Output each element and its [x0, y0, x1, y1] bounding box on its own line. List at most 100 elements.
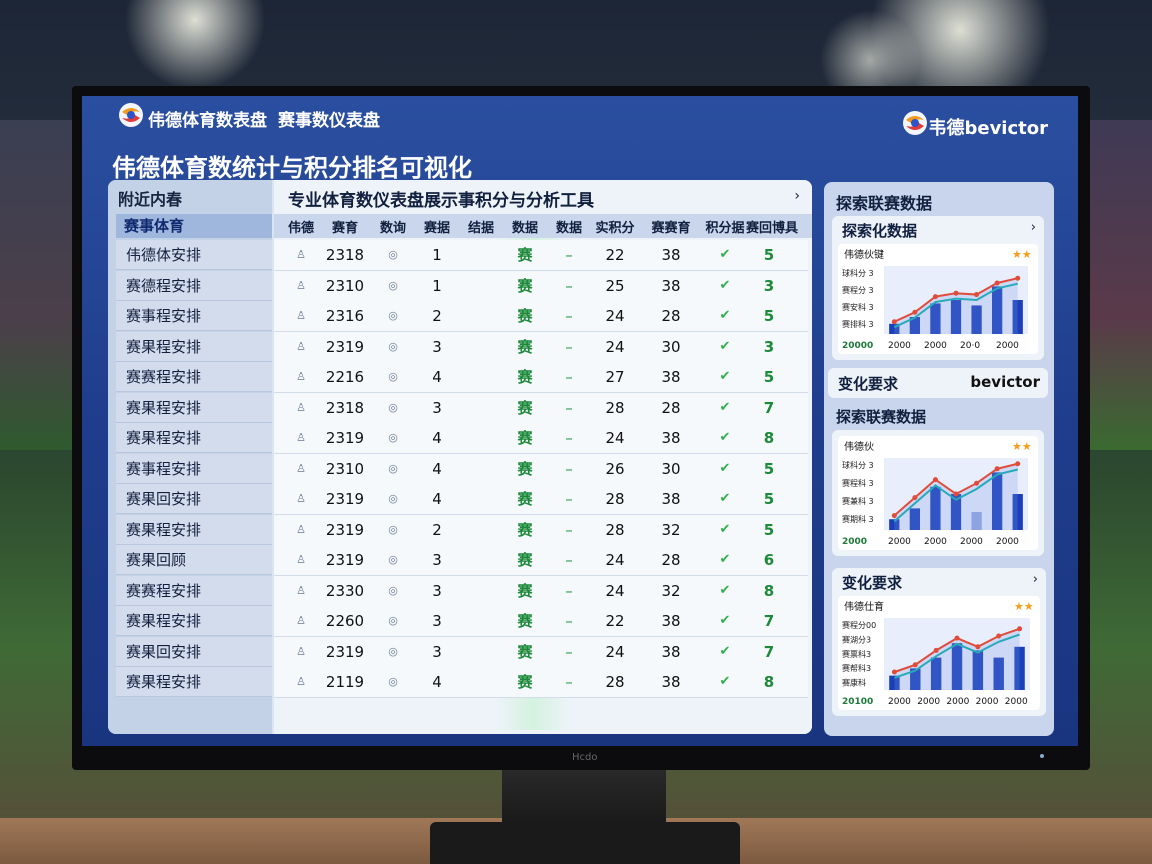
star-icon: ★★ — [1012, 248, 1032, 261]
cell-rank: 8 — [763, 429, 775, 447]
dash-icon: – — [565, 581, 573, 600]
schedule-item[interactable]: 赛事程安排 — [116, 453, 272, 484]
table-row[interactable]: ♙ 2310 ◎ 1 赛 – 25 38 ✔ 3 — [274, 270, 808, 302]
cell-id: 2310 — [325, 459, 365, 478]
x-tick-label: 2000 — [1005, 697, 1028, 707]
dash-icon: – — [565, 307, 573, 325]
chart-card-2-title: 探索联赛数据 — [836, 408, 927, 426]
y-tick-label: 球科分 3 — [842, 268, 874, 278]
info-icon: ◎ — [388, 248, 398, 261]
monitor-stand-base — [430, 822, 740, 864]
app-logo-icon — [119, 103, 143, 127]
schedule-item[interactable]: 赛事程安排 — [116, 301, 272, 331]
user-icon: ♙ — [296, 400, 306, 414]
column-header[interactable]: 实积分 — [592, 217, 638, 236]
cell-score: 1 — [432, 246, 442, 264]
schedule-item[interactable]: 伟德体安排 — [116, 240, 272, 270]
schedule-item[interactable]: 赛果回安排 — [116, 636, 272, 667]
chart-svg: 伟德伙键 ★★ 球科分 3 赛程分 3 赛安科 3 赛排科 3 2000 2000 20·0 20… — [842, 248, 1032, 351]
column-header[interactable]: 赛育 — [322, 217, 368, 236]
cell-games: 38 — [661, 612, 681, 630]
column-header[interactable]: 积分据 — [702, 217, 748, 236]
schedule-item[interactable]: 赛果程安排 — [116, 331, 272, 362]
x-tick-label: 2000 — [924, 341, 947, 351]
cell-games: 30 — [661, 459, 681, 478]
column-header[interactable]: 数询 — [370, 217, 416, 236]
line-point — [996, 633, 1002, 639]
column-header[interactable]: 数据 — [546, 217, 592, 236]
cell-match: 赛 — [517, 246, 533, 264]
column-header[interactable]: 伟德 — [278, 217, 324, 236]
user-icon: ♙ — [296, 431, 306, 444]
schedule-item[interactable]: 赛果程安排 — [116, 606, 272, 636]
app-subtitle[interactable]: 赛事数仪表盘 — [278, 106, 380, 131]
chart-card-1[interactable]: 探索化数据 › 伟德伙键 ★★ 球科分 3 赛程分 3 赛安科 3 赛排科 3 2000 20… — [832, 216, 1044, 360]
column-header[interactable]: 赛赛育 — [648, 217, 694, 236]
table-row[interactable]: ♙ 2330 ◎ 3 赛 – 24 32 ✔ 8 — [274, 575, 808, 607]
cell-score: 4 — [432, 459, 442, 478]
dash-icon: – — [565, 551, 573, 569]
y-tick-label: 赛帮科3 — [842, 663, 871, 673]
table-row[interactable]: ♙ 2119 ◎ 4 赛 – 28 38 ✔ 8 — [274, 667, 808, 698]
cell-match: 赛 — [517, 368, 533, 386]
schedule-item[interactable]: 赛果程安排 — [116, 392, 272, 423]
column-header[interactable]: 赛据 — [414, 217, 460, 236]
table-row[interactable]: ♙ 2319 ◎ 4 赛 – 28 38 ✔ 5 — [274, 484, 808, 515]
line-point — [891, 513, 897, 519]
cell-games: 38 — [661, 429, 681, 447]
user-icon: ♙ — [296, 522, 306, 536]
corner-value: 20100 — [842, 697, 873, 707]
table-row[interactable]: ♙ 2319 ◎ 4 赛 – 24 38 ✔ 8 — [274, 423, 808, 454]
cell-rank: 5 — [763, 307, 775, 325]
schedule-item[interactable]: 赛赛程安排 — [116, 362, 272, 392]
table-row[interactable]: ♙ 2310 ◎ 4 赛 – 26 30 ✔ 5 — [274, 453, 808, 485]
schedule-item[interactable]: 赛果回安排 — [116, 484, 272, 514]
line-point — [891, 669, 897, 675]
cell-rank: 5 — [763, 368, 775, 386]
check-icon: ✔ — [719, 369, 731, 384]
chart-card-3[interactable]: 变化要求 › 伟德仕育 ★★ 赛程分00 赛湖分3 赛票科3 赛帮科3 赛康科 2000 200… — [832, 568, 1046, 716]
table-row[interactable]: ♙ 2319 ◎ 3 赛 – 24 30 ✔ 3 — [274, 331, 808, 363]
column-header[interactable]: 赛回博具 — [746, 217, 798, 236]
schedule-item[interactable]: 赛果程安排 — [116, 667, 272, 697]
schedule-item[interactable]: 赛德程安排 — [116, 270, 272, 301]
chevron-right-icon[interactable]: › — [1031, 220, 1036, 235]
table-row[interactable]: ♙ 2318 ◎ 3 赛 – 28 28 ✔ 7 — [274, 392, 808, 424]
table-title: 专业体育数仪表盘展示事积分与分析工具 — [288, 191, 594, 211]
stats-table: 专业体育数仪表盘展示事积分与分析工具 › 伟德 赛育 数询 赛据 结据 数据 数据 实积分 赛赛… — [274, 180, 812, 734]
table-row[interactable]: ♙ 2319 ◎ 2 赛 – 28 32 ✔ 5 — [274, 514, 808, 546]
table-row[interactable]: ♙ 2216 ◎ 4 赛 – 27 38 ✔ 5 — [274, 362, 808, 393]
check-icon: ✔ — [719, 552, 731, 567]
schedule-item[interactable]: 赛果程安排 — [116, 514, 272, 545]
check-icon: ✔ — [719, 521, 731, 537]
schedule-item[interactable]: 赛赛程安排 — [116, 575, 272, 606]
table-row[interactable]: ♙ 2319 ◎ 3 赛 – 24 28 ✔ 6 — [274, 545, 808, 576]
cell-id: 2319 — [325, 551, 365, 569]
cell-points: 28 — [605, 520, 625, 539]
line-point — [974, 292, 980, 298]
line-point — [912, 495, 918, 501]
table-row[interactable]: ♙ 2318 ◎ 1 赛 – 22 38 ✔ 5 — [274, 240, 808, 271]
cell-rank: 5 — [763, 246, 775, 264]
column-header[interactable]: 结据 — [458, 217, 504, 236]
change-request-bar[interactable]: 变化要求 bevictor — [828, 368, 1048, 398]
chart-card-2[interactable]: 伟德伙 ★★ 球科分 3 赛程科 3 赛兼科 3 赛期科 3 2000 2000 2000 200… — [832, 430, 1044, 556]
table-row[interactable]: ♙ 2316 ◎ 2 赛 – 24 28 ✔ 5 — [274, 301, 808, 332]
schedule-item[interactable]: 赛果程安排 — [116, 423, 272, 453]
schedule-list-subheading[interactable]: 赛事体育 — [116, 214, 272, 238]
schedule-item[interactable]: 赛果回顾 — [116, 545, 272, 575]
user-icon: ♙ — [296, 614, 306, 627]
top-bar: 伟德体育数表盘 赛事数仪表盘 韦德bevictor — [82, 96, 1078, 139]
check-icon: ✔ — [719, 491, 731, 506]
column-header[interactable]: 数据 — [502, 217, 548, 236]
table-row[interactable]: ♙ 2319 ◎ 3 赛 – 24 38 ✔ 7 — [274, 636, 808, 668]
cell-points: 25 — [605, 276, 625, 295]
table-row[interactable]: ♙ 2260 ◎ 3 赛 – 22 38 ✔ 7 — [274, 606, 808, 637]
user-icon: ♙ — [296, 339, 306, 353]
chevron-right-icon[interactable]: › — [794, 188, 800, 204]
cell-score: 4 — [432, 490, 442, 508]
cell-id: 2319 — [325, 642, 365, 661]
cell-points: 26 — [605, 459, 625, 478]
chevron-right-icon[interactable]: › — [1033, 572, 1038, 587]
y-tick-label: 赛排科 3 — [842, 319, 874, 329]
